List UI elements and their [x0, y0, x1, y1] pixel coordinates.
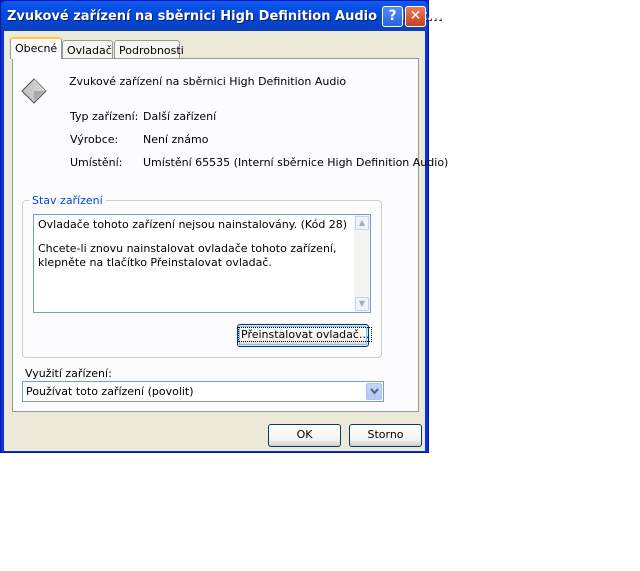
- location-label: Umístění:: [70, 156, 123, 169]
- location-value: Umístění 65535 (Interní sběrnice High De…: [143, 156, 449, 169]
- chevron-down-icon: [370, 388, 379, 395]
- device-status-textbox[interactable]: Ovladače tohoto zařízení nejsou nainstal…: [33, 214, 371, 313]
- device-usage-label: Využití zařízení:: [25, 367, 112, 380]
- ok-button[interactable]: OK: [268, 424, 341, 447]
- device-status-label: Stav zařízení: [29, 194, 106, 207]
- properties-dialog: Zvukové zařízení na sběrnici High Defini…: [0, 0, 448, 453]
- scroll-down-icon[interactable]: ▼: [355, 297, 369, 311]
- scroll-up-icon[interactable]: ▲: [355, 216, 369, 230]
- device-type-value: Další zařízení: [143, 110, 217, 123]
- tab-details[interactable]: Podrobnosti: [114, 40, 184, 58]
- tab-details-label: Podrobnosti: [119, 44, 184, 57]
- title-bar[interactable]: Zvukové zařízení na sběrnici High Defini…: [1, 1, 442, 31]
- device-type-label: Typ zařízení:: [70, 110, 139, 123]
- manufacturer-label: Výrobce:: [70, 133, 119, 146]
- window-title: Zvukové zařízení na sběrnici High Defini…: [7, 9, 442, 24]
- speaker-device-icon: [21, 78, 47, 104]
- tab-driver[interactable]: Ovladač: [62, 40, 113, 58]
- reinstall-driver-button[interactable]: Přeinstalovat ovladač...: [237, 324, 373, 347]
- device-usage-select[interactable]: Používat toto zařízení (povolit): [22, 381, 384, 402]
- status-line-2: Chcete-li znovu nainstalovat ovladače to…: [38, 242, 337, 269]
- dropdown-arrow-button[interactable]: [366, 383, 382, 400]
- device-name: Zvukové zařízení na sběrnici High Defini…: [69, 75, 347, 88]
- manufacturer-value: Není známo: [143, 133, 209, 146]
- device-usage-value: Používat toto zařízení (povolit): [26, 385, 194, 398]
- cancel-button[interactable]: Storno: [349, 424, 422, 447]
- close-button[interactable]: ✕: [405, 6, 426, 27]
- status-line-1: Ovladače tohoto zařízení nejsou nainstal…: [38, 218, 348, 231]
- reinstall-driver-label: Přeinstalovat ovladač...: [238, 327, 373, 342]
- device-status-text: Ovladače tohoto zařízení nejsou nainstal…: [38, 218, 350, 280]
- status-scrollbar[interactable]: ▲ ▼: [354, 215, 370, 312]
- tab-general[interactable]: Obecné: [10, 37, 62, 59]
- help-button[interactable]: ?: [382, 6, 403, 27]
- tab-general-label: Obecné: [15, 42, 58, 55]
- tab-driver-label: Ovladač: [67, 44, 112, 57]
